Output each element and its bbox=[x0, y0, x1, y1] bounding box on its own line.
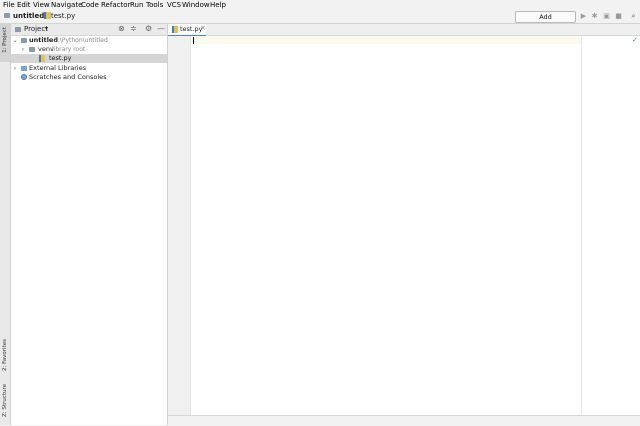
tree-item-untitled[interactable]: ⌄ untitled E:\Python\untitled bbox=[11, 36, 167, 45]
python-file-icon bbox=[39, 55, 45, 62]
status-bar bbox=[168, 415, 640, 426]
left-tool-stripe: 1: Project 2: Favorites Z: Structure bbox=[0, 24, 11, 425]
right-margin-guide bbox=[581, 36, 582, 415]
tree-item-hint: library root bbox=[52, 46, 86, 53]
project-panel bbox=[11, 24, 168, 425]
menu-view[interactable]: View bbox=[33, 1, 50, 9]
locate-icon[interactable]: ⊗ bbox=[118, 24, 125, 33]
project-view-icon bbox=[15, 27, 21, 32]
navigation-bar: untitled › test.py Add Configuration... … bbox=[0, 10, 640, 31]
editor-gutter bbox=[168, 36, 191, 415]
tree-item-label: External Libraries bbox=[29, 64, 87, 72]
folder-icon bbox=[4, 13, 10, 18]
library-icon bbox=[21, 66, 27, 71]
menu-navigate[interactable]: Navigate bbox=[51, 1, 82, 9]
project-tool-tab-label: 1: Project bbox=[2, 27, 8, 53]
collapse-all-icon[interactable]: ≑ bbox=[130, 24, 137, 33]
menu-tools[interactable]: Tools bbox=[146, 1, 163, 9]
menu-edit[interactable]: Edit bbox=[17, 1, 31, 9]
close-icon[interactable]: × bbox=[200, 24, 206, 32]
menu-file[interactable]: File bbox=[3, 1, 15, 9]
gear-icon[interactable]: ⚙ bbox=[145, 24, 152, 33]
menu-refactor[interactable]: Refactor bbox=[101, 1, 130, 9]
caret-line-highlight bbox=[191, 36, 581, 44]
menu-run[interactable]: Run bbox=[130, 1, 143, 9]
scratches-icon bbox=[21, 74, 27, 80]
search-icon[interactable]: ⌕ bbox=[629, 12, 638, 21]
structure-tool-tab[interactable]: Z: Structure bbox=[2, 384, 8, 417]
project-panel-header: Project ▾ ⊗ ≑ ⚙ — bbox=[11, 24, 167, 36]
tree-item-label: test.py bbox=[49, 54, 72, 62]
menu-bar: File Edit View Navigate Code Refactor Ru… bbox=[0, 0, 640, 10]
tree-item-scratches[interactable]: Scratches and Consoles bbox=[11, 73, 167, 82]
editor-tabs-bar bbox=[168, 24, 640, 36]
chevron-down-icon[interactable]: ⌄ bbox=[12, 36, 18, 45]
menu-vcs[interactable]: VCS bbox=[167, 1, 181, 9]
coverage-icon[interactable]: ▣ bbox=[602, 12, 611, 21]
checkmark-icon: ✓ bbox=[632, 36, 638, 44]
chevron-down-icon[interactable]: ▾ bbox=[45, 25, 48, 32]
python-file-icon bbox=[44, 12, 51, 19]
folder-icon bbox=[29, 47, 35, 52]
tree-item-label: Scratches and Consoles bbox=[29, 73, 107, 81]
folder-icon bbox=[21, 38, 27, 43]
hide-icon[interactable]: — bbox=[157, 24, 165, 33]
breadcrumb-file[interactable]: test.py bbox=[51, 12, 75, 21]
project-tool-tab[interactable]: 1: Project bbox=[0, 24, 10, 62]
chevron-right-icon: › bbox=[40, 11, 43, 19]
run-icon[interactable]: ▶ bbox=[579, 12, 588, 21]
menu-window[interactable]: Window bbox=[182, 1, 210, 9]
tree-item-test-py[interactable]: test.py bbox=[11, 54, 167, 63]
menu-help[interactable]: Help bbox=[210, 1, 226, 9]
tree-item-venv[interactable]: › venv library root bbox=[11, 45, 167, 54]
chevron-right-icon[interactable]: › bbox=[12, 64, 18, 73]
chevron-right-icon[interactable]: › bbox=[20, 45, 26, 54]
debug-icon[interactable]: ✱ bbox=[590, 12, 599, 21]
tree-item-hint: E:\Python\untitled bbox=[54, 37, 108, 44]
tree-item-external-libraries[interactable]: › External Libraries bbox=[11, 64, 167, 73]
text-caret bbox=[193, 37, 194, 44]
favorites-tool-tab[interactable]: 2: Favorites bbox=[2, 339, 8, 371]
stop-icon[interactable]: ■ bbox=[614, 12, 623, 21]
menu-code[interactable]: Code bbox=[81, 1, 99, 9]
python-file-icon bbox=[172, 26, 178, 33]
code-editor[interactable] bbox=[191, 36, 640, 415]
add-configuration-button[interactable]: Add Configuration... bbox=[515, 11, 576, 31]
